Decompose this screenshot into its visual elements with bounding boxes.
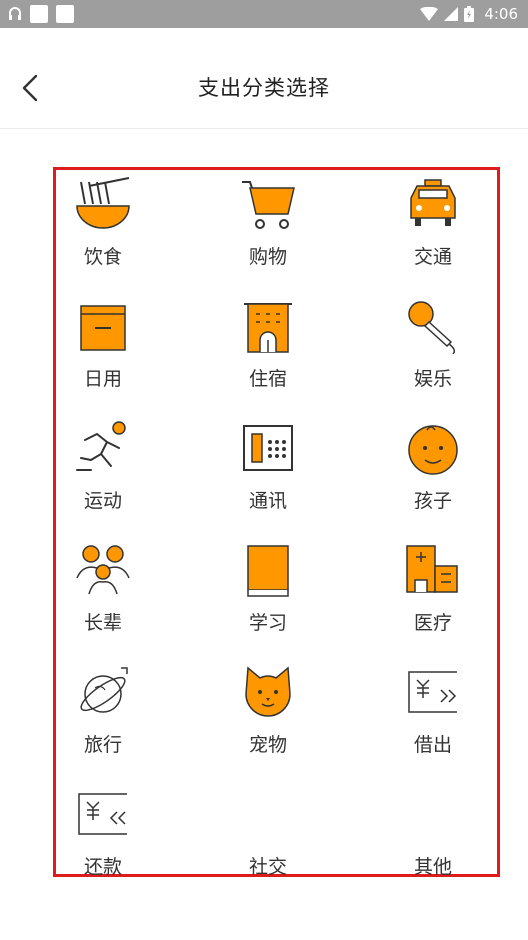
- category-item-medical[interactable]: 医疗: [358, 536, 508, 658]
- category-item-lodging[interactable]: 住宿: [193, 292, 343, 414]
- category-label: 娱乐: [413, 368, 452, 390]
- headset-icon: [9, 7, 21, 20]
- notification-icon: [30, 5, 48, 23]
- category-item-food[interactable]: 饮食: [28, 170, 178, 292]
- notification-icon: [56, 5, 74, 23]
- category-item-daily[interactable]: 日用: [28, 292, 178, 414]
- category-label: 旅行: [83, 734, 122, 756]
- microphone-icon: [405, 298, 461, 354]
- category-grid: 饮食 购物 交通 日用 住宿 娱乐 运动 通讯 孩子 长辈 学习 医疗 旅行 宠…: [53, 167, 500, 878]
- status-bar: 4:06: [0, 0, 528, 28]
- book-icon: [240, 542, 296, 598]
- social-icon: [240, 786, 296, 842]
- category-label: 孩子: [413, 490, 452, 512]
- category-label: 宠物: [248, 734, 287, 756]
- box-icon: [75, 298, 131, 354]
- page-title: 支出分类选择: [198, 76, 330, 100]
- category-item-other[interactable]: 其他: [358, 780, 508, 902]
- category-label: 购物: [248, 246, 287, 268]
- category-item-pets[interactable]: 宠物: [193, 658, 343, 780]
- telephone-icon: [240, 420, 296, 476]
- category-label: 住宿: [248, 368, 287, 390]
- status-time: 4:06: [484, 5, 518, 23]
- category-item-social[interactable]: 社交: [193, 780, 343, 902]
- signal-icon: [444, 7, 459, 21]
- category-item-travel[interactable]: 旅行: [28, 658, 178, 780]
- battery-icon: [464, 6, 475, 22]
- category-label: 运动: [83, 490, 122, 512]
- category-item-repay[interactable]: 还款: [28, 780, 178, 902]
- category-label: 交通: [413, 246, 452, 268]
- category-item-shopping[interactable]: 购物: [193, 170, 343, 292]
- wifi-icon: [420, 7, 439, 21]
- category-item-transport[interactable]: 交通: [358, 170, 508, 292]
- category-item-children[interactable]: 孩子: [358, 414, 508, 536]
- category-label: 通讯: [248, 490, 287, 512]
- category-item-study[interactable]: 学习: [193, 536, 343, 658]
- runner-icon: [75, 420, 131, 476]
- category-item-sports[interactable]: 运动: [28, 414, 178, 536]
- category-label: 学习: [248, 612, 287, 634]
- repay-icon: [75, 786, 131, 842]
- category-label: 还款: [83, 856, 122, 878]
- shopping-cart-icon: [240, 176, 296, 232]
- category-item-telecom[interactable]: 通讯: [193, 414, 343, 536]
- category-label: 日用: [83, 368, 122, 390]
- hospital-icon: [405, 542, 461, 598]
- lend-icon: [405, 664, 461, 720]
- bowl-icon: [75, 176, 131, 232]
- category-label: 其他: [413, 856, 452, 878]
- category-item-entertainment[interactable]: 娱乐: [358, 292, 508, 414]
- category-item-lend[interactable]: 借出: [358, 658, 508, 780]
- baby-face-icon: [405, 420, 461, 476]
- header-bar: 支出分类选择: [0, 28, 528, 129]
- planet-icon: [75, 664, 131, 720]
- category-item-elders[interactable]: 长辈: [28, 536, 178, 658]
- notification-icons: [8, 4, 74, 24]
- cat-icon: [240, 664, 296, 720]
- system-icons: 4:06: [420, 4, 518, 24]
- category-label: 长辈: [83, 612, 122, 634]
- building-icon: [240, 298, 296, 354]
- taxi-icon: [405, 176, 461, 232]
- other-icon: [405, 786, 461, 842]
- category-label: 借出: [413, 734, 452, 756]
- category-label: 医疗: [413, 612, 452, 634]
- category-label: 饮食: [83, 246, 122, 268]
- category-label: 社交: [248, 856, 287, 878]
- family-icon: [75, 542, 131, 598]
